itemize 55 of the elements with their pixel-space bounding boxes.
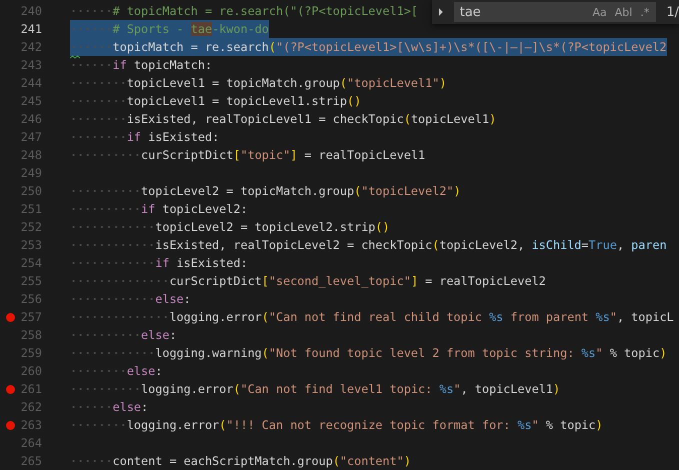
line-number: 261 — [20, 381, 42, 398]
line-number: 247 — [20, 129, 42, 146]
breakpoint-icon[interactable] — [6, 385, 15, 394]
code-line: logging.error("Can not find level1 topic: %s", topicLevel1) — [70, 380, 560, 398]
line-number: 251 — [20, 201, 42, 218]
line-number: 259 — [20, 345, 42, 362]
line-number: 240 — [20, 3, 42, 20]
find-input-field[interactable]: tae Aa Abl .* — [454, 2, 656, 22]
code-line: logging.warning("Not found topic level 2 from topic string: %s" % topic) — [70, 344, 667, 362]
line-number: 253 — [20, 237, 42, 254]
expand-icon[interactable] — [438, 8, 444, 16]
code-line: # topicMatch = re.search("(?P<topicLevel1>[ — [70, 2, 418, 20]
code-line: isExisted, realTopicLevel2 = checkTopic(topicLevel2, isChild=True, paren — [70, 236, 667, 254]
code-line: if topicLevel2: — [70, 200, 248, 218]
line-number: 263 — [20, 417, 42, 434]
find-option-toggle[interactable]: Aa — [590, 3, 610, 21]
line-number: 255 — [20, 273, 42, 290]
code-line: isExisted, realTopicLevel1 = checkTopic(topicLevel1) — [70, 110, 496, 128]
line-number: 244 — [20, 75, 42, 92]
code-line: topicLevel1 = topicLevel1.strip() — [70, 92, 362, 110]
code-line: if isExisted: — [70, 128, 220, 146]
find-option-toggle[interactable]: .* — [637, 3, 652, 21]
line-number: 262 — [20, 399, 42, 416]
line-number: 246 — [20, 111, 42, 128]
line-number: 256 — [20, 291, 42, 308]
line-number: 254 — [20, 255, 42, 272]
code-line: else: — [70, 398, 148, 416]
line-number: 241 — [20, 21, 42, 38]
code-line: curScriptDict["topic"] = realTopicLevel1 — [70, 146, 426, 164]
match-count: 1/ — [666, 4, 679, 20]
line-number: 250 — [20, 183, 42, 200]
line-number: 257 — [20, 309, 42, 326]
code-line: else: — [70, 362, 162, 380]
find-option-toggle[interactable]: Abl — [612, 3, 636, 21]
line-number: 245 — [20, 93, 42, 110]
breakpoint-icon[interactable] — [6, 421, 15, 430]
code-line: logging.error("!!! Can not recognize topic format for: %s" % topic) — [70, 416, 603, 434]
code-line: topicLevel1 = topicMatch.group("topicLevel1") — [70, 74, 446, 92]
line-number: 249 — [20, 165, 42, 182]
line-number: 264 — [20, 435, 42, 452]
breakpoint-icon[interactable] — [6, 313, 15, 322]
line-number: 260 — [20, 363, 42, 380]
line-number: 242 — [20, 39, 42, 56]
line-number: 248 — [20, 147, 42, 164]
line-number: 258 — [20, 327, 42, 344]
code-line: topicLevel2 = topicLevel2.strip() — [70, 218, 390, 236]
code-line: logging.error("Can not find real child topic %s from parent %s", topicL — [70, 308, 674, 326]
line-number: 265 — [20, 453, 42, 470]
code-line: topicLevel2 = topicMatch.group("topicLevel2") — [70, 182, 461, 200]
line-number: 243 — [20, 57, 42, 74]
line-number: 252 — [20, 219, 42, 236]
code-line: if topicMatch: — [70, 56, 212, 74]
code-line: content = eachScriptMatch.group("content") — [70, 452, 411, 470]
code-line: if isExisted: — [70, 254, 248, 272]
code-line: curScriptDict["second_level_topic"] = realTopicLevel2 — [70, 272, 546, 290]
